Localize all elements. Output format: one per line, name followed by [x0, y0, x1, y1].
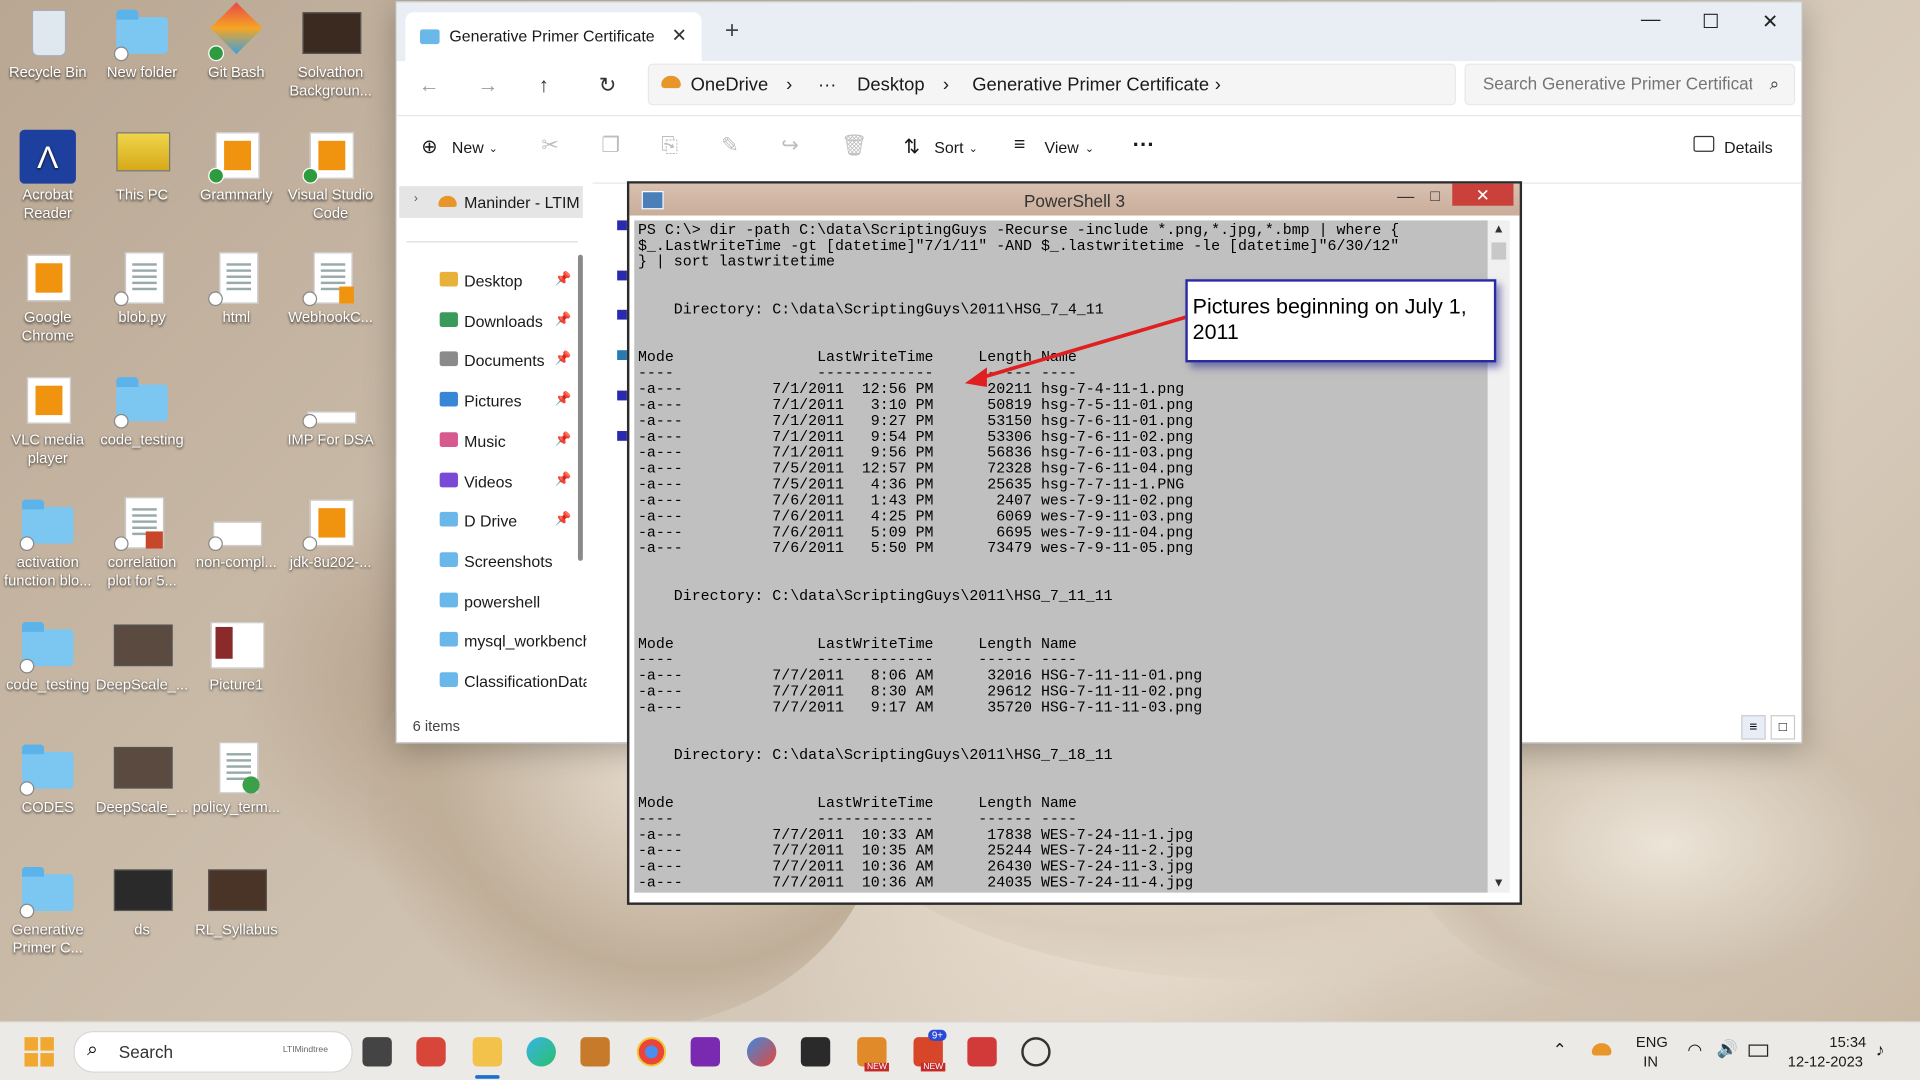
windows-logo-icon: [24, 1037, 38, 1051]
active-indicator: [475, 1075, 500, 1079]
file-explorer-taskbar-icon[interactable]: [472, 1037, 503, 1067]
clock-date: 12-12-2023: [1787, 1053, 1863, 1071]
snipping-tool-icon[interactable]: [967, 1037, 997, 1067]
taskbar: ⌕ Search LTIMindtree NEW 9+ NEW ⌃ ENG IN…: [0, 1021, 1920, 1080]
task-view-icon[interactable]: [362, 1037, 392, 1067]
search-brand: LTIMindtree: [282, 1045, 328, 1055]
clock-time[interactable]: 15:34: [1829, 1033, 1866, 1050]
annotation-arrowhead: [964, 367, 987, 387]
teams-chat-icon[interactable]: [746, 1037, 777, 1067]
desktop: { "desktop_icons": [ {"label": "Recycle …: [0, 0, 1920, 1080]
volume-icon[interactable]: 🔊: [1717, 1038, 1738, 1059]
notification-bell-icon[interactable]: ♪: [1876, 1040, 1885, 1060]
chrome-icon[interactable]: [636, 1037, 667, 1067]
edge-icon[interactable]: [526, 1037, 556, 1067]
onenote-icon[interactable]: [690, 1037, 721, 1067]
search-icon: ⌕: [86, 1039, 98, 1061]
windows-logo-icon: [24, 1053, 38, 1067]
windows-logo-icon: [40, 1053, 54, 1067]
callout-text: Pictures beginning on July 1, 2011: [1192, 293, 1467, 345]
taskbar-search[interactable]: ⌕ Search LTIMindtree: [73, 1031, 353, 1073]
new-badge: NEW: [920, 1062, 946, 1072]
start-button[interactable]: [24, 1037, 54, 1067]
terminal-icon[interactable]: [800, 1037, 831, 1067]
chevron-up-icon[interactable]: ⌃: [1553, 1040, 1567, 1061]
notification-count-badge: 9+: [928, 1029, 947, 1041]
clock-app-icon[interactable]: [1021, 1037, 1051, 1067]
store-icon[interactable]: [580, 1037, 610, 1067]
taskbar-search-label: Search: [118, 1042, 174, 1062]
new-badge: NEW: [864, 1062, 890, 1072]
annotation-callout: Pictures beginning on July 1, 2011: [1185, 279, 1497, 363]
region-indicator: IN: [1643, 1053, 1658, 1071]
windows-logo-icon: [40, 1037, 54, 1051]
wifi-icon[interactable]: ◠: [1687, 1040, 1702, 1061]
annotation-layer: [964, 314, 1191, 387]
language-indicator[interactable]: ENG: [1636, 1033, 1668, 1050]
camera-app-icon[interactable]: [416, 1037, 446, 1067]
onedrive-tray-icon[interactable]: [1591, 1043, 1612, 1056]
battery-icon[interactable]: [1748, 1044, 1769, 1057]
annotation-arrow: [974, 314, 1191, 382]
